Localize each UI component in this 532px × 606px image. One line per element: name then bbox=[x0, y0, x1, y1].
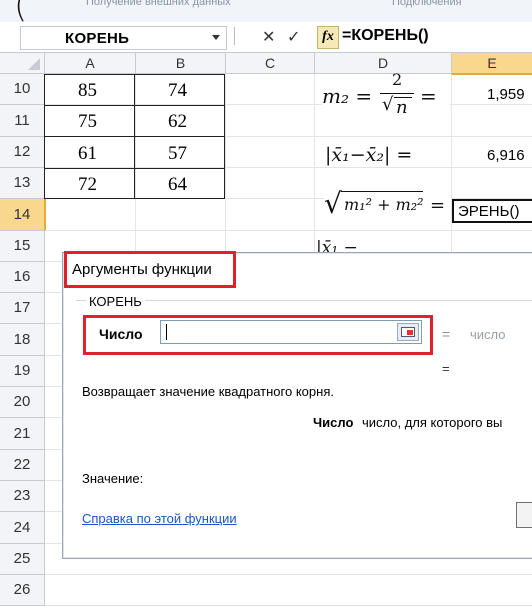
select-all-corner[interactable] bbox=[0, 53, 45, 74]
cell-e10[interactable]: 1,959 bbox=[487, 86, 525, 103]
argument-help-label: Число bbox=[313, 415, 354, 430]
argument-input[interactable] bbox=[160, 320, 422, 344]
row-header-26[interactable]: 26 bbox=[0, 575, 45, 606]
column-header-d[interactable]: D bbox=[315, 53, 452, 74]
insert-function-button[interactable]: fx bbox=[317, 26, 339, 49]
sqrt-inner: m₁² + m₂² bbox=[344, 195, 424, 214]
argument-type: число bbox=[470, 327, 506, 342]
result-equals: = bbox=[442, 361, 450, 376]
name-box-value: КОРЕНЬ bbox=[65, 30, 130, 47]
m2-lhs: m₂ = bbox=[322, 84, 373, 108]
row-header-17[interactable]: 17 bbox=[0, 293, 45, 324]
sqrt-icon: √ bbox=[382, 94, 394, 115]
cell-b10[interactable]: 74 bbox=[168, 80, 187, 102]
row-header-18[interactable]: 18 bbox=[0, 324, 45, 356]
row-header-20[interactable]: 20 bbox=[0, 387, 45, 418]
formula-input[interactable]: =КОРЕНЬ() bbox=[342, 27, 429, 45]
row-header-10[interactable]: 10 bbox=[0, 74, 45, 105]
formula-m2: m₂ = 2 √ n = bbox=[322, 70, 450, 118]
cell-b12[interactable]: 57 bbox=[168, 143, 187, 165]
active-cell-content: ЭРЕНЬ() bbox=[458, 203, 520, 220]
column-header-e[interactable]: E bbox=[452, 53, 532, 75]
m2-denominator: n bbox=[396, 97, 408, 118]
text-cursor bbox=[166, 324, 167, 340]
argument-help-text: число, для которого вы bbox=[362, 415, 503, 430]
argument-equals: = bbox=[442, 326, 451, 342]
row-header-21[interactable]: 21 bbox=[0, 418, 45, 450]
active-cell-e14[interactable]: ЭРЕНЬ() bbox=[452, 199, 532, 223]
row-header-23[interactable]: 23 bbox=[0, 481, 45, 512]
formula-sqrt-sum: √ m₁² + m₂² = bbox=[324, 187, 451, 223]
sqrt-equals: = bbox=[430, 195, 446, 216]
row-header-25[interactable]: 25 bbox=[0, 544, 45, 575]
cell-b11[interactable]: 62 bbox=[168, 111, 187, 133]
m2-numerator: 2 bbox=[392, 70, 403, 89]
formula-partial: |x̄₁ − x̄₂| bbox=[316, 238, 358, 252]
row-header-24[interactable]: 24 bbox=[0, 512, 45, 544]
cell-a12[interactable]: 61 bbox=[78, 143, 97, 165]
row-header-15[interactable]: 15 bbox=[0, 231, 45, 262]
column-header-c[interactable]: C bbox=[226, 53, 315, 74]
fx-icon: fx bbox=[322, 29, 334, 44]
cell-b13[interactable]: 64 bbox=[168, 174, 187, 196]
grid-row-line bbox=[45, 230, 532, 231]
row-header-16[interactable]: 16 bbox=[0, 262, 45, 293]
ok-button[interactable] bbox=[516, 502, 532, 528]
row-header-11[interactable]: 11 bbox=[0, 105, 45, 137]
chevron-down-icon[interactable] bbox=[212, 35, 220, 40]
argument-label: Число bbox=[99, 326, 143, 342]
ribbon-group-connections: Подключения bbox=[392, 0, 462, 8]
function-name: КОРЕНЬ bbox=[86, 294, 145, 309]
ribbon-group-external-data: Получение внешних данных bbox=[86, 0, 231, 8]
cell-a11[interactable]: 75 bbox=[78, 111, 97, 133]
name-box[interactable]: КОРЕНЬ bbox=[20, 26, 227, 50]
value-label: Значение: bbox=[82, 471, 144, 486]
row-header-14[interactable]: 14 bbox=[0, 199, 46, 231]
grid-row-line bbox=[45, 574, 532, 575]
row-header-13[interactable]: 13 bbox=[0, 168, 45, 199]
m2-equals: = bbox=[420, 84, 437, 108]
row-header-12[interactable]: 12 bbox=[0, 137, 45, 168]
row-header-22[interactable]: 22 bbox=[0, 450, 45, 481]
function-description: Возвращает значение квадратного корня. bbox=[82, 384, 334, 399]
formula-diff: |x̄₁−x̄₂| = bbox=[325, 144, 413, 166]
table-divider bbox=[44, 168, 225, 169]
sqrt-icon: √ bbox=[324, 187, 342, 220]
enter-icon[interactable]: ✓ bbox=[287, 27, 300, 47]
column-header-b[interactable]: B bbox=[136, 53, 226, 74]
ribbon-strip: Получение внешних данных Подключения bbox=[0, 0, 532, 23]
dialog-title: Аргументы функции bbox=[72, 261, 212, 278]
table-divider bbox=[44, 136, 225, 137]
cell-a10[interactable]: 85 bbox=[78, 80, 97, 102]
row-header-19[interactable]: 19 bbox=[0, 356, 45, 387]
cancel-icon[interactable]: ✕ bbox=[262, 27, 275, 47]
help-link[interactable]: Справка по этой функции bbox=[82, 511, 237, 526]
cell-e12[interactable]: 6,916 bbox=[487, 147, 525, 164]
table-divider bbox=[44, 105, 225, 106]
cell-a13[interactable]: 72 bbox=[78, 174, 97, 196]
collapse-dialog-icon[interactable] bbox=[397, 323, 419, 341]
column-header-a[interactable]: A bbox=[45, 53, 136, 74]
formula-bar-divider bbox=[234, 27, 243, 45]
